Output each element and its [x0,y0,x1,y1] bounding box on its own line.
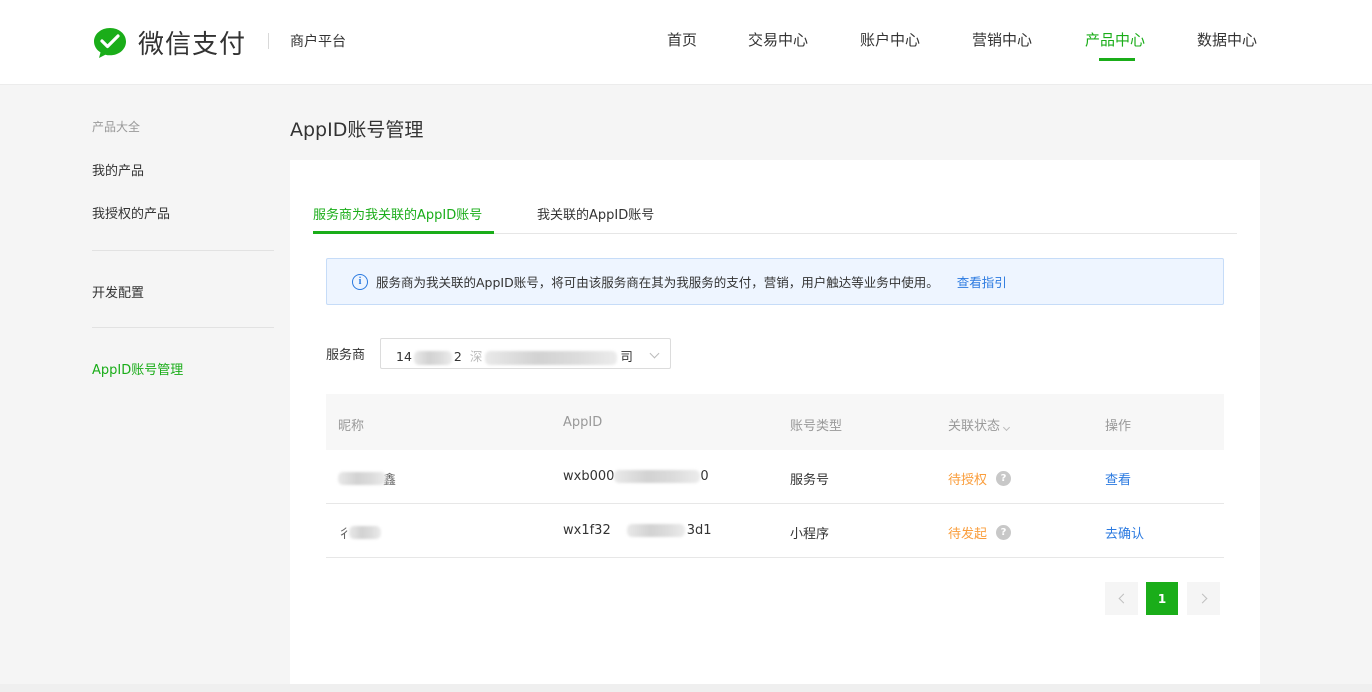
provider-select-value: 14 2 深 司 [396,346,633,365]
chevron-down-icon [649,348,660,359]
redacted-blur [485,350,618,365]
nav-account[interactable]: 账户中心 [860,29,920,50]
tab-my-linked[interactable]: 我关联的AppID账号 [537,204,654,223]
prev-page-button[interactable] [1105,582,1138,615]
nav-active-indicator [1099,58,1135,61]
view-link[interactable]: 查看 [1105,469,1131,488]
sidebar-divider [92,327,274,328]
cell-status: 待发起? [948,523,1012,542]
cell-appid: wxb000 0 [563,469,709,484]
table-header: 昵称 AppID 账号类型 关联状态 操作 [326,394,1224,450]
redacted-blur [413,350,452,365]
footer-band [0,684,1372,692]
tab-bar: 服务商为我关联的AppID账号 我关联的AppID账号 [313,200,1237,234]
nav-data[interactable]: 数据中心 [1197,29,1257,50]
chevron-down-icon [1002,423,1011,432]
appid-prefix: wx1f32 [563,523,611,538]
chevron-left-icon [1118,593,1128,604]
provider-filter-label: 服务商 [326,348,366,363]
column-header-appid: AppID [563,415,603,430]
page-1-button[interactable]: 1 [1146,582,1178,615]
tab-provider-linked[interactable]: 服务商为我关联的AppID账号 [313,204,482,223]
confirm-link[interactable]: 去确认 [1105,523,1144,542]
provider-value-prefix: 14 [396,349,412,364]
main-nav: 首页 交易中心 账户中心 营销中心 产品中心 数据中心 [0,29,1372,61]
provider-select[interactable]: 14 2 深 司 [380,338,671,369]
nav-home[interactable]: 首页 [667,29,697,50]
appid-table: 昵称 AppID 账号类型 关联状态 操作 鑫 wxb000 0 服务号 待授权?… [326,394,1224,558]
info-notice: i 服务商为我关联的AppID账号，将可由该服务商在其为我服务的支付，营销，用户… [326,258,1224,305]
nav-marketing[interactable]: 营销中心 [972,29,1032,50]
redacted-blur [614,470,701,483]
provider-value-mid: 2 [453,349,462,364]
status-badge: 待发起 [948,527,988,542]
page-title: AppID账号管理 [290,119,424,141]
table-row: 彳 wx1f32 3d1 小程序 待发起? 去确认 [326,504,1224,558]
sidebar-item-dev-config[interactable]: 开发配置 [92,282,144,301]
cell-appid: wx1f32 3d1 [563,523,712,538]
column-header-status[interactable]: 关联状态 [948,415,1011,434]
content-card: 服务商为我关联的AppID账号 我关联的AppID账号 i 服务商为我关联的Ap… [290,160,1260,684]
cell-nickname: 鑫 [338,469,396,488]
column-header-status-label: 关联状态 [948,419,1001,434]
sidebar-item-authorized-products[interactable]: 我授权的产品 [92,203,170,222]
status-badge: 待授权 [948,473,988,488]
chevron-right-icon [1197,593,1207,604]
nav-transactions[interactable]: 交易中心 [748,29,808,50]
help-icon[interactable]: ? [996,525,1012,540]
sidebar-item-my-products[interactable]: 我的产品 [92,160,144,179]
provider-value-char: 深 [469,349,483,364]
provider-value-suffix: 司 [620,349,633,364]
cell-type: 小程序 [790,527,830,542]
column-header-type: 账号类型 [790,419,843,434]
appid-prefix: wxb000 [563,469,615,484]
appid-suffix: 3d1 [686,523,712,538]
column-header-action: 操作 [1105,419,1132,434]
view-guide-link[interactable]: 查看指引 [957,272,1007,291]
info-icon: i [352,273,368,290]
sidebar-item-appid-management[interactable]: AppID账号管理 [92,359,183,378]
next-page-button[interactable] [1187,582,1220,615]
sidebar-divider [92,250,274,251]
cell-type: 服务号 [790,473,830,488]
column-header-nickname: 昵称 [338,419,365,434]
sidebar-group-title: 产品大全 [92,120,141,134]
tab-active-indicator [313,231,494,234]
cell-status: 待授权? [948,469,1012,488]
redacted-blur [626,524,685,537]
redacted-blur [349,526,382,539]
cell-nickname: 彳 [338,523,382,542]
redacted-blur [338,472,386,485]
notice-text: 服务商为我关联的AppID账号，将可由该服务商在其为我服务的支付，营销，用户触达… [376,275,939,290]
table-row: 鑫 wxb000 0 服务号 待授权? 查看 [326,450,1224,504]
help-icon[interactable]: ? [996,471,1012,486]
appid-suffix: 0 [700,469,709,484]
nav-products[interactable]: 产品中心 [1085,29,1145,50]
top-header: 微信支付 商户平台 首页 交易中心 账户中心 营销中心 产品中心 数据中心 [0,0,1372,85]
